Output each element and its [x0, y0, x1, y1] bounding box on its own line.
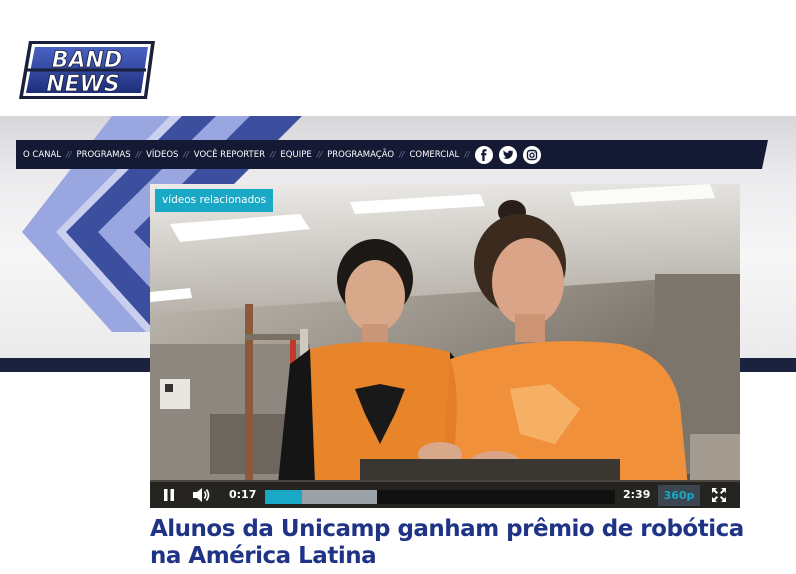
nav-separator: //: [464, 150, 470, 159]
bandnews-logo[interactable]: BAND NEWS: [17, 39, 157, 101]
video-frame: [150, 184, 740, 508]
current-time: 0:17: [229, 488, 257, 501]
quality-selector[interactable]: 360p: [658, 485, 700, 506]
nav-item-programacao[interactable]: PROGRAMAÇÃO: [327, 150, 394, 160]
video-controls-bar: 0:17 2:39 360p: [150, 482, 740, 508]
facebook-icon[interactable]: [474, 145, 493, 164]
twitter-icon[interactable]: [498, 145, 517, 164]
pause-icon[interactable]: [158, 484, 180, 506]
nav-separator: //: [270, 150, 276, 159]
nav-item-videos[interactable]: VÍDEOS: [146, 150, 178, 160]
related-videos-button[interactable]: vídeos relacionados: [155, 189, 274, 212]
article-headline[interactable]: Alunos da Unicamp ganham prêmio de robót…: [150, 516, 750, 570]
progress-bar[interactable]: [265, 490, 615, 504]
played-bar: [265, 490, 303, 504]
volume-icon[interactable]: [190, 484, 212, 506]
svg-text:BAND: BAND: [52, 48, 122, 73]
nav-item-equipe[interactable]: EQUIPE: [280, 150, 311, 160]
nav-separator: //: [66, 150, 72, 159]
fullscreen-icon[interactable]: [708, 484, 730, 506]
nav-item-comercial[interactable]: COMERCIAL: [409, 150, 459, 160]
nav-separator: //: [183, 150, 189, 159]
nav-separator: //: [135, 150, 142, 159]
svg-text:NEWS: NEWS: [46, 72, 120, 97]
nav-item-voce-reporter[interactable]: VOCÊ REPORTER: [194, 150, 265, 160]
main-nav: O CANAL // PROGRAMAS // VÍDEOS // VOCÊ R…: [16, 140, 768, 169]
instagram-icon[interactable]: [522, 145, 541, 164]
nav-item-programas[interactable]: PROGRAMAS: [76, 150, 130, 160]
video-player[interactable]: vídeos relacionados 0:17 2:39 360p: [150, 184, 740, 508]
nav-separator: //: [399, 150, 405, 159]
nav-item-o-canal[interactable]: O CANAL: [23, 150, 61, 160]
duration-time: 2:39: [623, 488, 651, 501]
nav-separator: //: [316, 150, 323, 159]
page: BAND NEWS O CANAL // PROGRAMAS // VÍDEOS…: [0, 0, 796, 574]
